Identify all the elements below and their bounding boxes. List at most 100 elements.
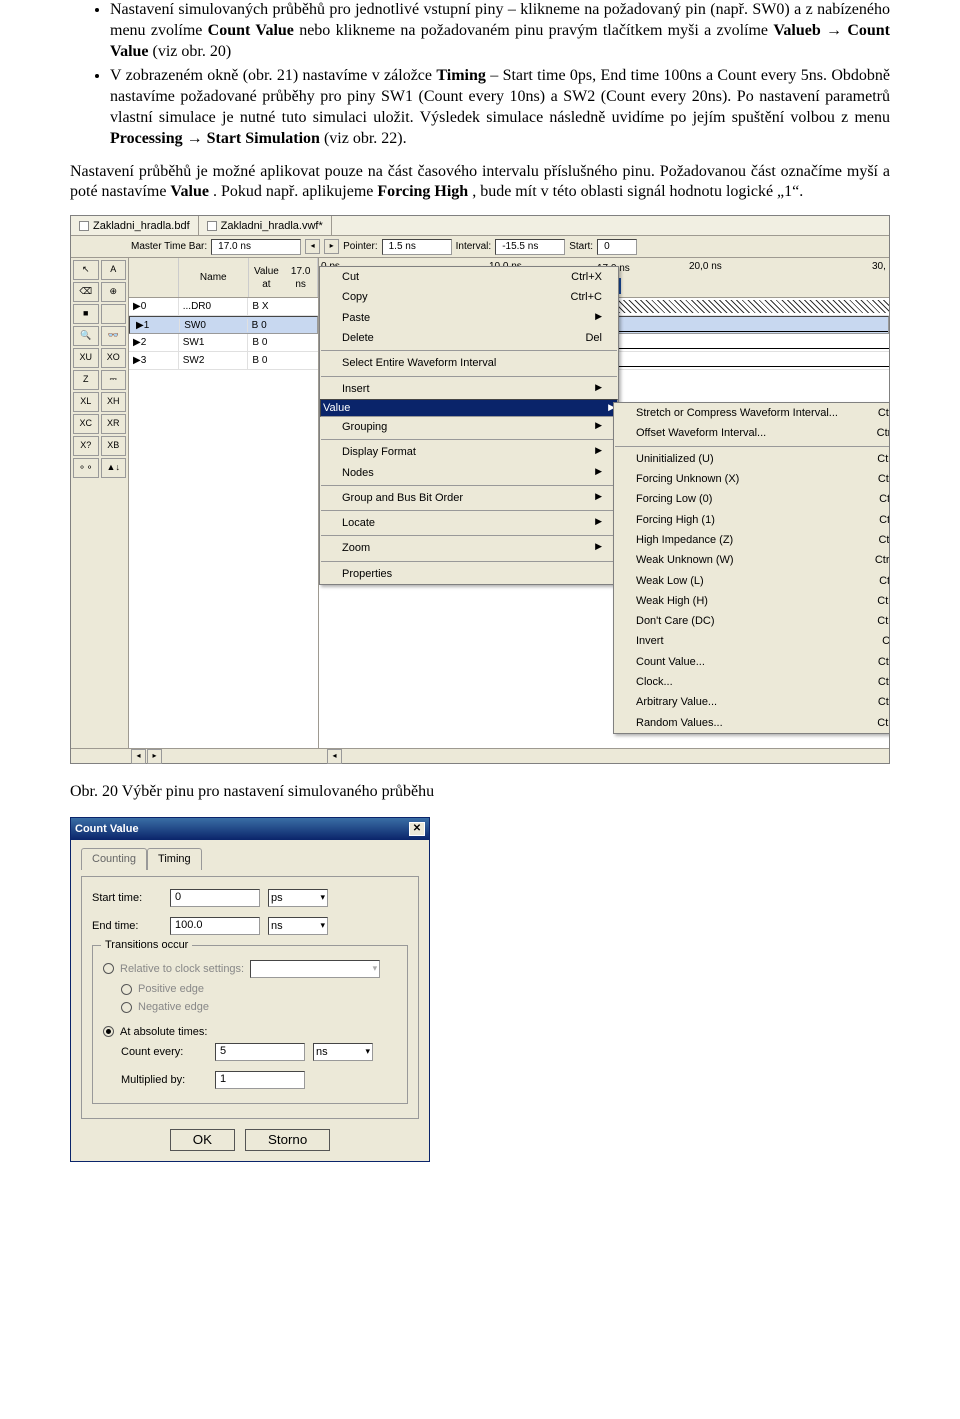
tab-timing[interactable]: Timing xyxy=(147,848,202,870)
scroll-left-icon[interactable]: ◂ xyxy=(131,749,146,764)
submenu-item[interactable]: High Impedance (Z)Ctrl+Alt+Z xyxy=(614,530,889,550)
radio-icon xyxy=(121,1002,132,1013)
menu-item[interactable]: CopyCtrl+C xyxy=(320,287,618,307)
menu-label: Random Values... xyxy=(636,716,723,730)
arrow-right-icon[interactable]: ▸ xyxy=(324,239,339,254)
menu-item[interactable]: Display Format▶ xyxy=(320,442,618,462)
menu-label: Don't Care (DC) xyxy=(636,614,715,628)
tool-button[interactable]: XU xyxy=(73,348,99,368)
submenu-item[interactable]: Stretch or Compress Waveform Interval...… xyxy=(614,403,889,423)
menu-shortcut: Ctrl+Alt+B xyxy=(878,695,889,709)
submenu-item[interactable]: Count Value...Ctrl+Alt+V xyxy=(614,652,889,672)
tool-button[interactable]: A xyxy=(101,260,127,280)
submenu-item[interactable]: Offset Waveform Interval...Ctrl+Alt+O xyxy=(614,423,889,443)
submenu-item[interactable]: Forcing Low (0)Ctrl+Alt+0 xyxy=(614,489,889,509)
menu-label: Properties xyxy=(342,567,392,581)
end-time-input[interactable]: 100.0 xyxy=(170,917,260,935)
horizontal-scrollbar[interactable]: ◂ ▸ ◂ xyxy=(71,748,889,763)
tool-button[interactable]: ▲↓ xyxy=(101,458,127,478)
tool-button[interactable]: XC xyxy=(73,414,99,434)
close-icon[interactable]: ✕ xyxy=(409,822,425,836)
text-bold: Forcing High xyxy=(377,183,468,200)
submenu-arrow-icon: ▶ xyxy=(595,311,602,325)
submenu-item[interactable]: Weak Unknown (W)Ctrl+Alt+W xyxy=(614,550,889,570)
menu-shortcut: Ctrl+Alt+I xyxy=(882,634,889,648)
submenu-item[interactable]: Forcing High (1)Ctrl+Alt+1 xyxy=(614,510,889,530)
tool-button[interactable]: ⚬⚬ xyxy=(73,458,99,478)
waveform-area[interactable]: 0 ps 10,0 ns 20,0 ns 30, 17,0 ns CutCtrl… xyxy=(319,258,889,748)
tool-button[interactable]: 🔍 xyxy=(73,326,99,346)
menu-item[interactable]: Properties xyxy=(320,564,618,584)
menu-item[interactable]: Value▶ xyxy=(320,399,618,417)
signal-value: B X xyxy=(248,298,318,315)
radio-absolute-times[interactable]: At absolute times: xyxy=(103,1025,397,1039)
menu-item[interactable]: Paste▶ xyxy=(320,308,618,328)
menu-item[interactable]: Grouping▶ xyxy=(320,417,618,437)
tool-button[interactable]: XO xyxy=(101,348,127,368)
menu-label: Forcing Unknown (X) xyxy=(636,472,739,486)
signal-row[interactable]: ▶0...DR0B X xyxy=(129,298,318,316)
tool-button[interactable]: XR xyxy=(101,414,127,434)
ok-button[interactable]: OK xyxy=(170,1129,235,1151)
signal-row[interactable]: ▶3SW2B 0 xyxy=(129,352,318,370)
radio-label: At absolute times: xyxy=(120,1025,207,1039)
cancel-button[interactable]: Storno xyxy=(245,1129,330,1151)
radio-label: Negative edge xyxy=(138,1000,209,1014)
tool-button[interactable]: 👓 xyxy=(101,326,127,346)
tool-button[interactable]: Z xyxy=(73,370,99,390)
submenu-item[interactable]: Arbitrary Value...Ctrl+Alt+B xyxy=(614,692,889,712)
value-header: Value at 17.0 ns xyxy=(249,258,319,297)
submenu-arrow-icon: ▶ xyxy=(595,491,602,505)
tool-button[interactable] xyxy=(101,304,127,324)
menu-item[interactable]: Zoom▶ xyxy=(320,538,618,558)
paragraph: Nastavení průběhů je možné aplikovat pou… xyxy=(70,162,890,204)
tool-button[interactable]: ■ xyxy=(73,304,99,324)
time-cursor[interactable] xyxy=(619,278,621,294)
submenu-item[interactable]: Random Values...Ctrl+Alt+R xyxy=(614,713,889,733)
menu-item[interactable]: Insert▶ xyxy=(320,379,618,399)
tab-bdf[interactable]: Zakladni_hradla.bdf xyxy=(71,216,199,235)
submenu-item[interactable]: Weak High (H)Ctrl+Alt+H xyxy=(614,591,889,611)
tab-counting[interactable]: Counting xyxy=(81,848,147,870)
submenu-item[interactable]: InvertCtrl+Alt+I xyxy=(614,631,889,651)
scroll-right-icon[interactable]: ▸ xyxy=(147,749,162,764)
menu-item[interactable]: CutCtrl+X xyxy=(320,267,618,287)
dialog-titlebar[interactable]: Count Value ✕ xyxy=(71,818,429,840)
multiplied-by-input[interactable]: 1 xyxy=(215,1071,305,1089)
start-time-input[interactable]: 0 xyxy=(170,889,260,907)
scroll-left-icon[interactable]: ◂ xyxy=(327,749,342,764)
tool-button[interactable]: XL xyxy=(73,392,99,412)
clock-select: ▾ xyxy=(250,960,380,978)
radio-relative-clock[interactable]: Relative to clock settings: ▾ xyxy=(103,960,397,978)
tool-button[interactable]: ↖ xyxy=(73,260,99,280)
submenu-item[interactable]: Don't Care (DC)Ctrl+Alt+D xyxy=(614,611,889,631)
menu-item[interactable]: Group and Bus Bit Order▶ xyxy=(320,488,618,508)
menu-shortcut: Ctrl+Alt+V xyxy=(878,655,889,669)
submenu-item[interactable]: Clock...Ctrl+Alt+K xyxy=(614,672,889,692)
tool-button[interactable]: XB xyxy=(101,436,127,456)
menu-label: Forcing Low (0) xyxy=(636,492,712,506)
arrow-left-icon[interactable]: ◂ xyxy=(305,239,320,254)
start-time-unit-select[interactable]: ps ▾ xyxy=(268,889,328,907)
count-every-unit-select[interactable]: ns ▾ xyxy=(313,1043,373,1061)
menu-item[interactable]: Select Entire Waveform Interval xyxy=(320,353,618,373)
signal-row[interactable]: ▶2SW1B 0 xyxy=(129,334,318,352)
tool-button[interactable]: ⎓ xyxy=(101,370,127,390)
signal-row[interactable]: ▶1SW0B 0 xyxy=(129,316,318,334)
end-time-unit-select[interactable]: ns ▾ xyxy=(268,917,328,935)
submenu-item[interactable]: Weak Low (L)Ctrl+Alt+L xyxy=(614,571,889,591)
count-every-input[interactable]: 5 xyxy=(215,1043,305,1061)
tool-button[interactable]: XH xyxy=(101,392,127,412)
menu-separator xyxy=(321,439,617,440)
tool-button[interactable]: X? xyxy=(73,436,99,456)
tool-button[interactable]: ⊕ xyxy=(101,282,127,302)
tab-vwf[interactable]: Zakladni_hradla.vwf* xyxy=(199,216,332,235)
menu-item[interactable]: Nodes▶ xyxy=(320,463,618,483)
menu-item[interactable]: DeleteDel xyxy=(320,328,618,348)
submenu-item[interactable]: Forcing Unknown (X)Ctrl+Alt+X xyxy=(614,469,889,489)
submenu-item[interactable]: Uninitialized (U)Ctrl+Alt+U xyxy=(614,449,889,469)
tool-button[interactable]: ⌫ xyxy=(73,282,99,302)
master-time-value[interactable]: 17.0 ns xyxy=(211,239,301,255)
menu-item[interactable]: Locate▶ xyxy=(320,513,618,533)
figure-caption: Obr. 20 Výběr pinu pro nastavení simulov… xyxy=(70,782,890,803)
